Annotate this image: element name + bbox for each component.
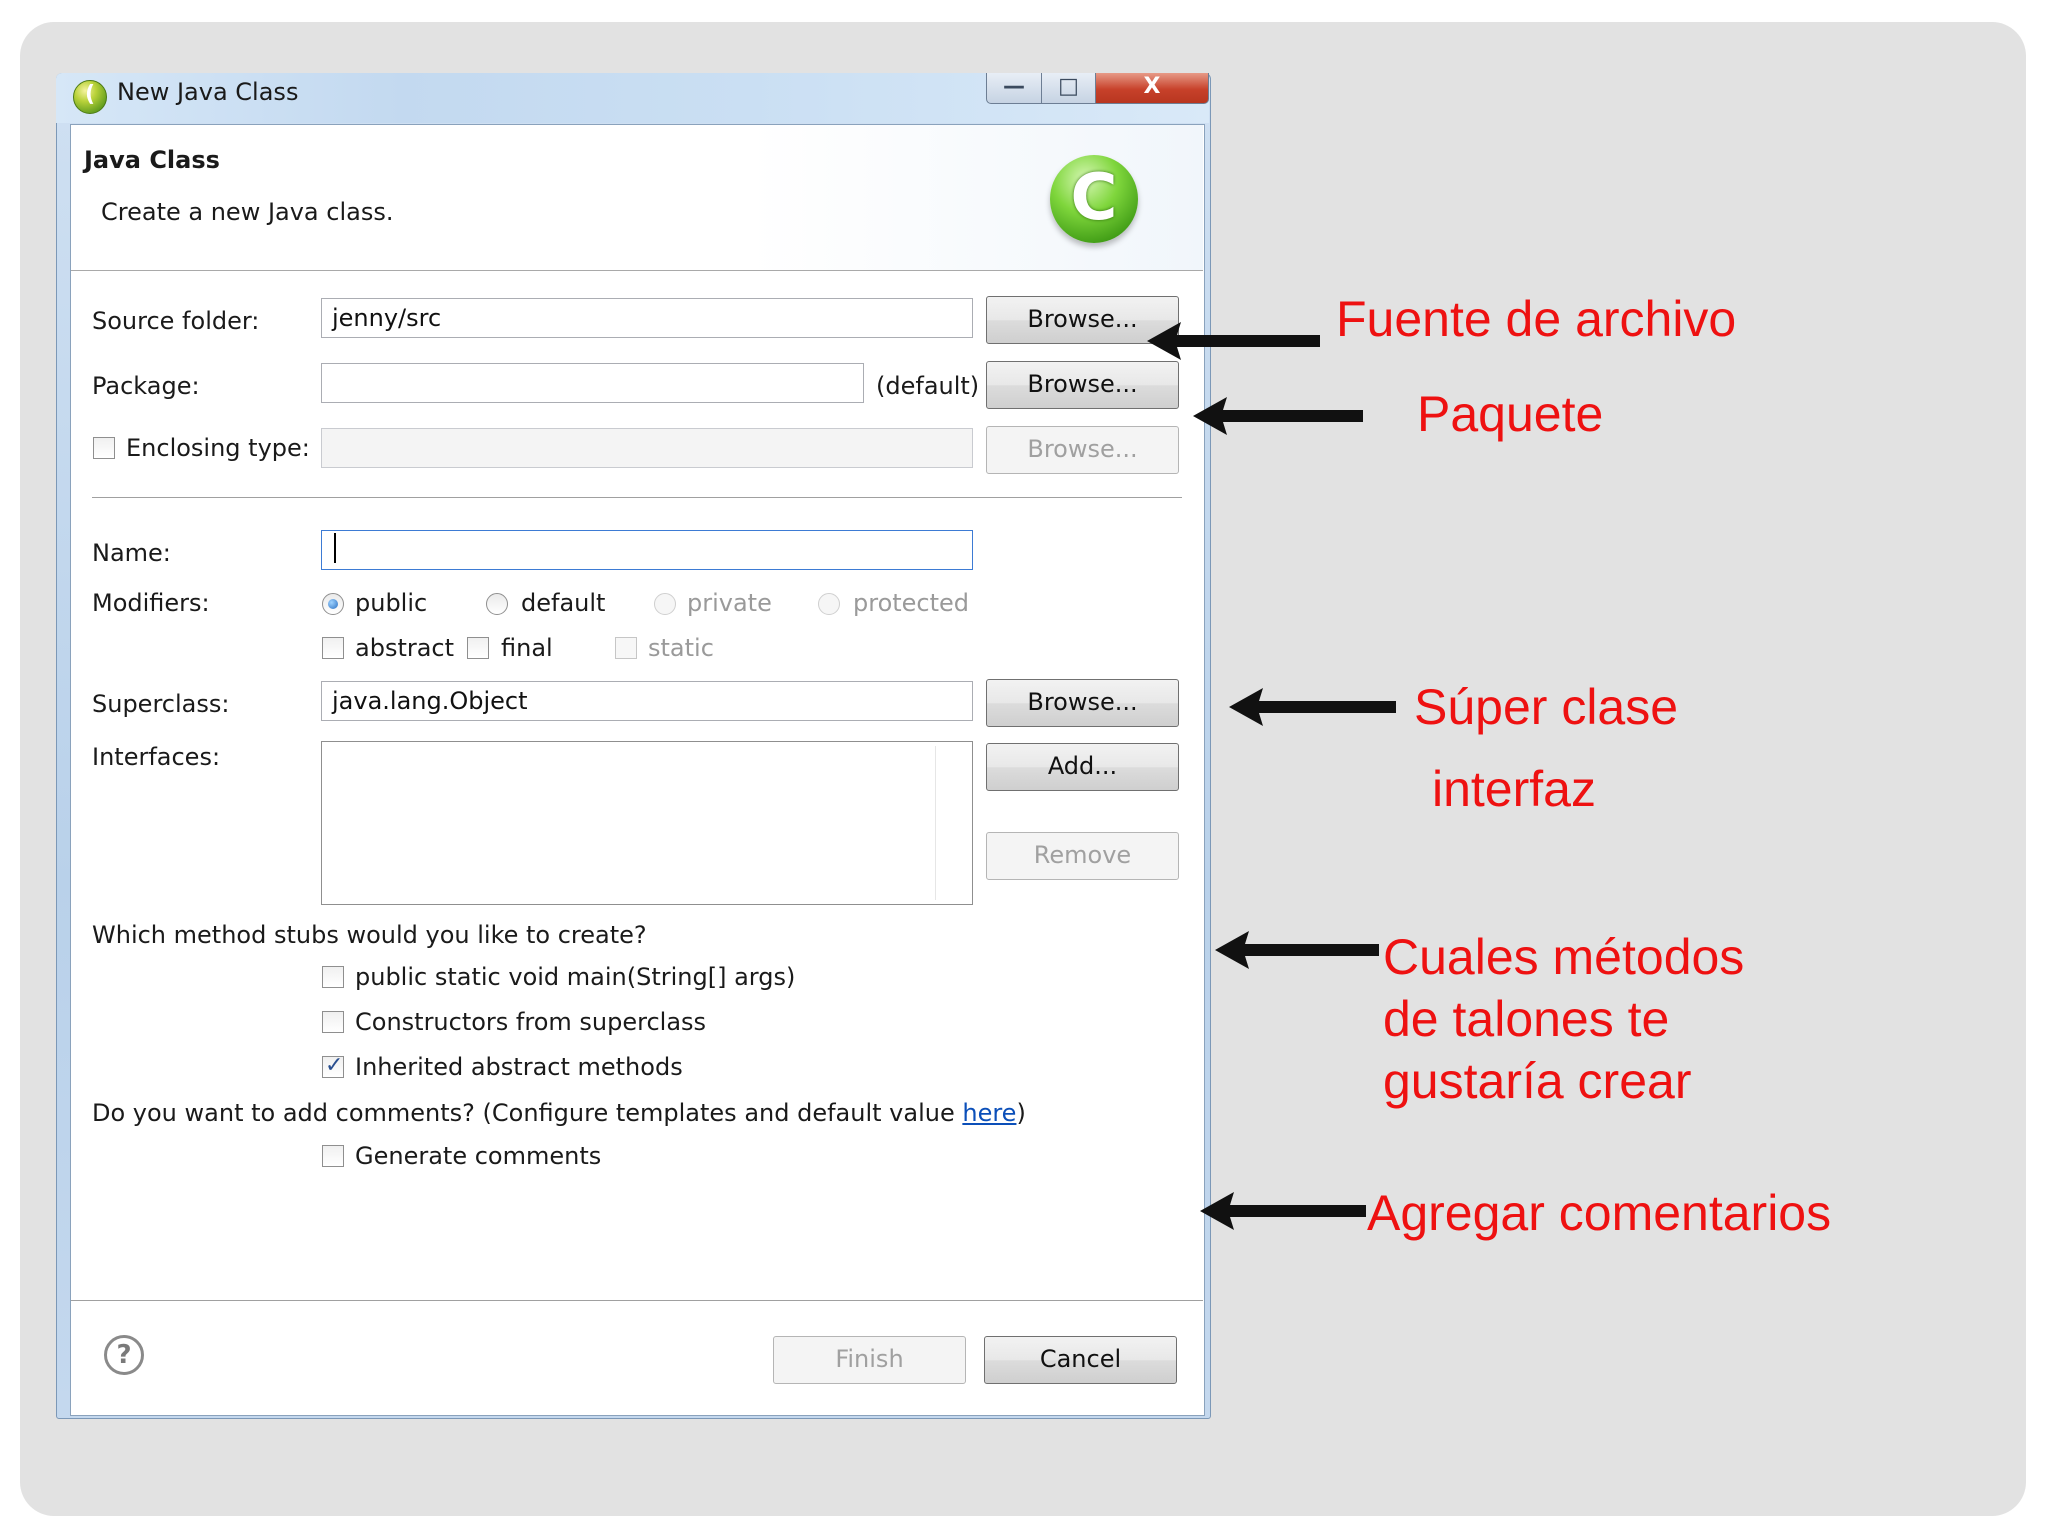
interfaces-label: Interfaces: bbox=[92, 743, 221, 771]
minimize-button[interactable]: — bbox=[986, 73, 1042, 104]
modifier-default-radio[interactable] bbox=[486, 593, 508, 615]
name-label: Name: bbox=[92, 539, 171, 567]
add-interface-button[interactable]: Add... bbox=[986, 743, 1179, 791]
superclass-label: Superclass: bbox=[92, 690, 230, 718]
annotation-comments: Agregar comentarios bbox=[1367, 1185, 1832, 1241]
modifier-static-checkbox[interactable] bbox=[615, 637, 637, 659]
method-stubs-question: Which method stubs would you like to cre… bbox=[92, 921, 647, 949]
modifier-static-label: static bbox=[648, 634, 714, 662]
stub-constructors-label: Constructors from superclass bbox=[355, 1008, 707, 1036]
interfaces-list[interactable] bbox=[321, 741, 973, 905]
close-button[interactable]: X bbox=[1095, 73, 1209, 104]
name-input[interactable] bbox=[321, 530, 973, 570]
modifier-protected-radio[interactable] bbox=[818, 593, 840, 615]
modifier-abstract-checkbox[interactable] bbox=[322, 637, 344, 659]
annotation-superclass: Súper clase bbox=[1414, 679, 1679, 735]
finish-button[interactable]: Finish bbox=[773, 1336, 966, 1384]
banner-title: Java Class bbox=[84, 146, 220, 174]
enclosing-type-label: Enclosing type: bbox=[126, 434, 310, 462]
annotation-source-folder: Fuente de archivo bbox=[1336, 291, 1737, 347]
window-title: New Java Class bbox=[117, 78, 299, 106]
arrow-left-icon bbox=[1193, 397, 1363, 435]
annotation-package: Paquete bbox=[1417, 386, 1604, 442]
annotation-interfaces: interfaz bbox=[1432, 761, 1596, 817]
java-class-logo-icon: C bbox=[1050, 155, 1138, 243]
enclosing-type-checkbox[interactable] bbox=[93, 437, 115, 459]
modifiers-label: Modifiers: bbox=[92, 589, 210, 617]
close-icon: X bbox=[1143, 74, 1161, 99]
section-divider bbox=[92, 497, 1182, 499]
maximize-button[interactable]: □ bbox=[1041, 73, 1096, 104]
maximize-icon: □ bbox=[1058, 74, 1079, 99]
modifier-final-label: final bbox=[501, 634, 553, 662]
generate-comments-label: Generate comments bbox=[355, 1142, 602, 1170]
arrow-left-icon bbox=[1147, 322, 1320, 360]
annotation-stubs-line3: gustaría crear bbox=[1383, 1053, 1692, 1109]
arrow-left-icon bbox=[1200, 1192, 1366, 1230]
minimize-icon: — bbox=[1003, 74, 1025, 99]
source-folder-input[interactable]: jenny/src bbox=[321, 298, 973, 338]
superclass-input[interactable]: java.lang.Object bbox=[321, 681, 973, 721]
stub-inherited-label: Inherited abstract methods bbox=[355, 1053, 683, 1081]
stub-main-label: public static void main(String[] args) bbox=[355, 963, 796, 991]
configure-templates-link[interactable]: here bbox=[962, 1099, 1016, 1127]
modifier-protected-label: protected bbox=[853, 589, 970, 617]
cancel-button[interactable]: Cancel bbox=[984, 1336, 1177, 1384]
package-label: Package: bbox=[92, 372, 200, 400]
list-scroll-rail bbox=[935, 746, 936, 900]
modifier-abstract-label: abstract bbox=[355, 634, 455, 662]
arrow-left-icon bbox=[1215, 931, 1379, 969]
modifier-private-radio[interactable] bbox=[654, 593, 676, 615]
superclass-browse-button[interactable]: Browse... bbox=[986, 679, 1179, 727]
enclosing-type-input[interactable] bbox=[321, 428, 973, 468]
source-folder-label: Source folder: bbox=[92, 307, 260, 335]
generate-comments-checkbox[interactable] bbox=[322, 1145, 344, 1167]
help-icon[interactable]: ? bbox=[104, 1335, 144, 1375]
modifier-private-label: private bbox=[687, 589, 772, 617]
package-default-hint: (default) bbox=[876, 372, 980, 400]
modifier-default-label: default bbox=[521, 589, 606, 617]
modifier-final-checkbox[interactable] bbox=[467, 637, 489, 659]
comments-question: Do you want to add comments? (Configure … bbox=[92, 1099, 1026, 1127]
banner-description: Create a new Java class. bbox=[101, 198, 394, 226]
annotation-stubs-line2: de talones te bbox=[1383, 991, 1670, 1047]
modifier-public-label: public bbox=[355, 589, 428, 617]
eclipse-app-icon: ( bbox=[73, 80, 107, 114]
stub-main-checkbox[interactable] bbox=[322, 966, 344, 988]
package-browse-button[interactable]: Browse... bbox=[986, 361, 1179, 409]
remove-interface-button[interactable]: Remove bbox=[986, 832, 1179, 880]
footer-divider bbox=[71, 1300, 1203, 1302]
checkmark-icon: ✓ bbox=[325, 1053, 344, 1078]
modifier-public-radio[interactable] bbox=[322, 593, 344, 615]
stub-constructors-checkbox[interactable] bbox=[322, 1011, 344, 1033]
stub-inherited-checkbox[interactable]: ✓ bbox=[322, 1053, 344, 1078]
text-caret bbox=[334, 533, 336, 563]
annotation-stubs-line1: Cuales métodos bbox=[1383, 929, 1745, 985]
enclosing-type-browse-button[interactable]: Browse... bbox=[986, 426, 1179, 474]
arrow-left-icon bbox=[1229, 688, 1396, 726]
package-input[interactable] bbox=[321, 363, 864, 403]
radio-selected-dot bbox=[328, 599, 338, 609]
